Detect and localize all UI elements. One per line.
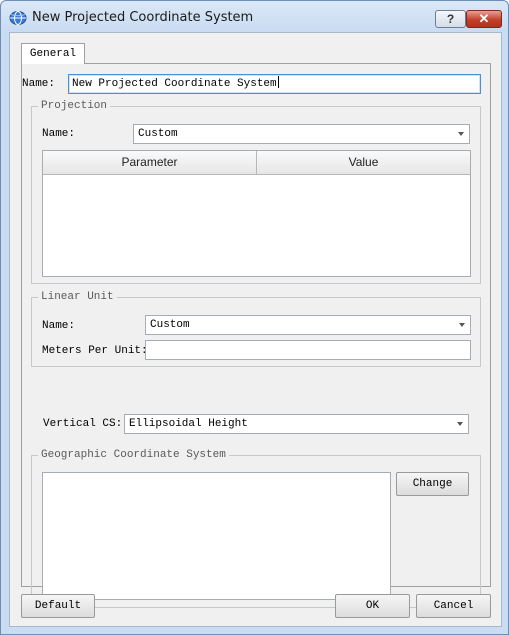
linear-unit-name-label: Name: — [42, 320, 76, 332]
column-header-value[interactable]: Value — [257, 151, 470, 175]
linear-unit-group: Linear Unit Name: Custom Meters Per Unit… — [31, 291, 481, 367]
ok-button[interactable]: OK — [335, 594, 410, 618]
name-label: Name: — [22, 78, 56, 90]
window-title: New Projected Coordinate System — [32, 10, 254, 25]
close-button[interactable]: ✕ — [466, 10, 502, 28]
name-input[interactable]: New Projected Coordinate System — [68, 74, 481, 94]
meters-per-unit-input[interactable] — [145, 340, 471, 360]
chevron-down-icon — [459, 323, 465, 327]
chevron-down-icon — [457, 422, 463, 426]
title-bar[interactable]: New Projected Coordinate System ? ✕ — [1, 1, 508, 35]
tab-general[interactable]: General — [21, 43, 85, 64]
column-header-parameter-label: Parameter — [121, 155, 178, 169]
help-icon: ? — [446, 12, 455, 26]
dialog-window: New Projected Coordinate System ? ✕ Gene… — [0, 0, 509, 635]
column-header-value-label: Value — [348, 155, 379, 169]
change-button-label: Change — [412, 478, 453, 490]
column-header-parameter[interactable]: Parameter — [43, 151, 257, 175]
vertical-cs-label: Vertical CS: — [43, 418, 123, 430]
general-tab-panel: Name: New Projected Coordinate System Pr… — [21, 63, 491, 608]
default-button-label: Default — [34, 600, 82, 612]
projection-name-dropdown[interactable]: Custom — [133, 124, 470, 144]
cancel-button[interactable]: Cancel — [416, 594, 491, 618]
meters-per-unit-label: Meters Per Unit: — [42, 345, 148, 357]
change-button[interactable]: Change — [396, 472, 469, 496]
projection-group-title: Projection — [38, 100, 111, 113]
geographic-cs-group-title: Geographic Coordinate System — [38, 449, 229, 462]
tab-general-label: General — [29, 48, 77, 60]
projection-group: Projection Name: Custom Parameter Value — [31, 100, 481, 284]
geographic-cs-group: Geographic Coordinate System Change — [31, 449, 481, 608]
linear-unit-group-title: Linear Unit — [38, 291, 117, 304]
linear-unit-name-value: Custom — [150, 319, 190, 331]
close-icon: ✕ — [478, 11, 490, 26]
projection-parameters-table[interactable]: Parameter Value — [42, 150, 471, 277]
linear-unit-name-dropdown[interactable]: Custom — [145, 315, 471, 335]
dialog-client-area: General Name: New Projected Coordinate S… — [9, 32, 502, 627]
projection-name-label: Name: — [42, 128, 76, 140]
ok-button-label: OK — [365, 600, 380, 612]
chevron-down-icon — [458, 132, 464, 136]
geographic-cs-description-box[interactable] — [42, 472, 391, 600]
name-input-value: New Projected Coordinate System — [72, 78, 277, 90]
globe-app-icon — [9, 10, 27, 26]
vertical-cs-dropdown[interactable]: Ellipsoidal Height — [124, 414, 469, 434]
help-button[interactable]: ? — [435, 10, 466, 28]
default-button[interactable]: Default — [21, 594, 95, 618]
text-caret — [277, 76, 279, 88]
cancel-button-label: Cancel — [433, 600, 474, 612]
vertical-cs-value: Ellipsoidal Height — [129, 418, 248, 430]
projection-name-value: Custom — [138, 128, 178, 140]
